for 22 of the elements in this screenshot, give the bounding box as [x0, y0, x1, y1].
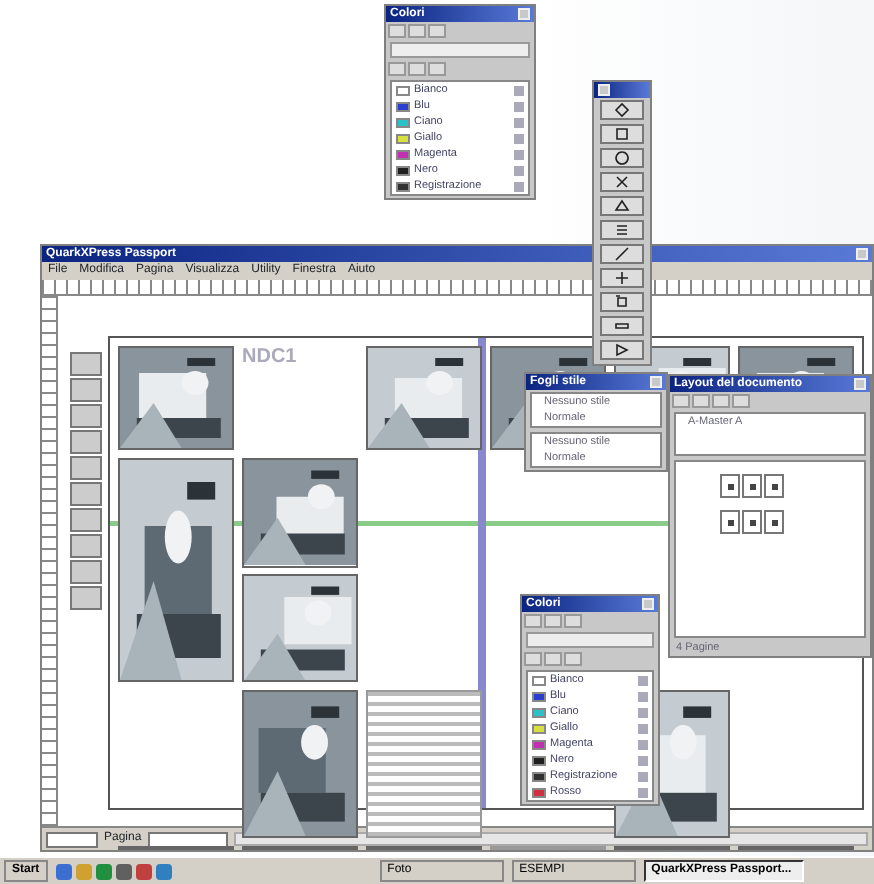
tool-icon[interactable] [614, 174, 630, 190]
page-thumbnail[interactable] [720, 510, 740, 534]
page-field[interactable] [147, 831, 228, 847]
tool-icon[interactable] [614, 270, 630, 286]
close-icon[interactable] [650, 376, 662, 388]
page-thumbnail[interactable] [764, 474, 784, 498]
close-icon[interactable] [598, 84, 610, 96]
close-icon[interactable] [642, 598, 654, 610]
page-thumbnail[interactable] [720, 474, 740, 498]
close-icon[interactable] [518, 8, 530, 20]
close-icon[interactable] [854, 378, 866, 390]
tool-icon[interactable] [614, 198, 630, 214]
page-thumbnail[interactable] [742, 510, 762, 534]
zoom-field[interactable] [46, 831, 98, 847]
tool-icon[interactable] [614, 222, 630, 238]
dropdown-field[interactable] [390, 42, 530, 58]
tool-icon[interactable] [614, 294, 630, 310]
close-icon[interactable] [856, 248, 868, 260]
tool-icon[interactable] [614, 246, 630, 262]
dropdown-field[interactable] [526, 632, 654, 648]
page-thumbnail[interactable] [742, 474, 762, 498]
page-thumbnail[interactable] [764, 510, 784, 534]
